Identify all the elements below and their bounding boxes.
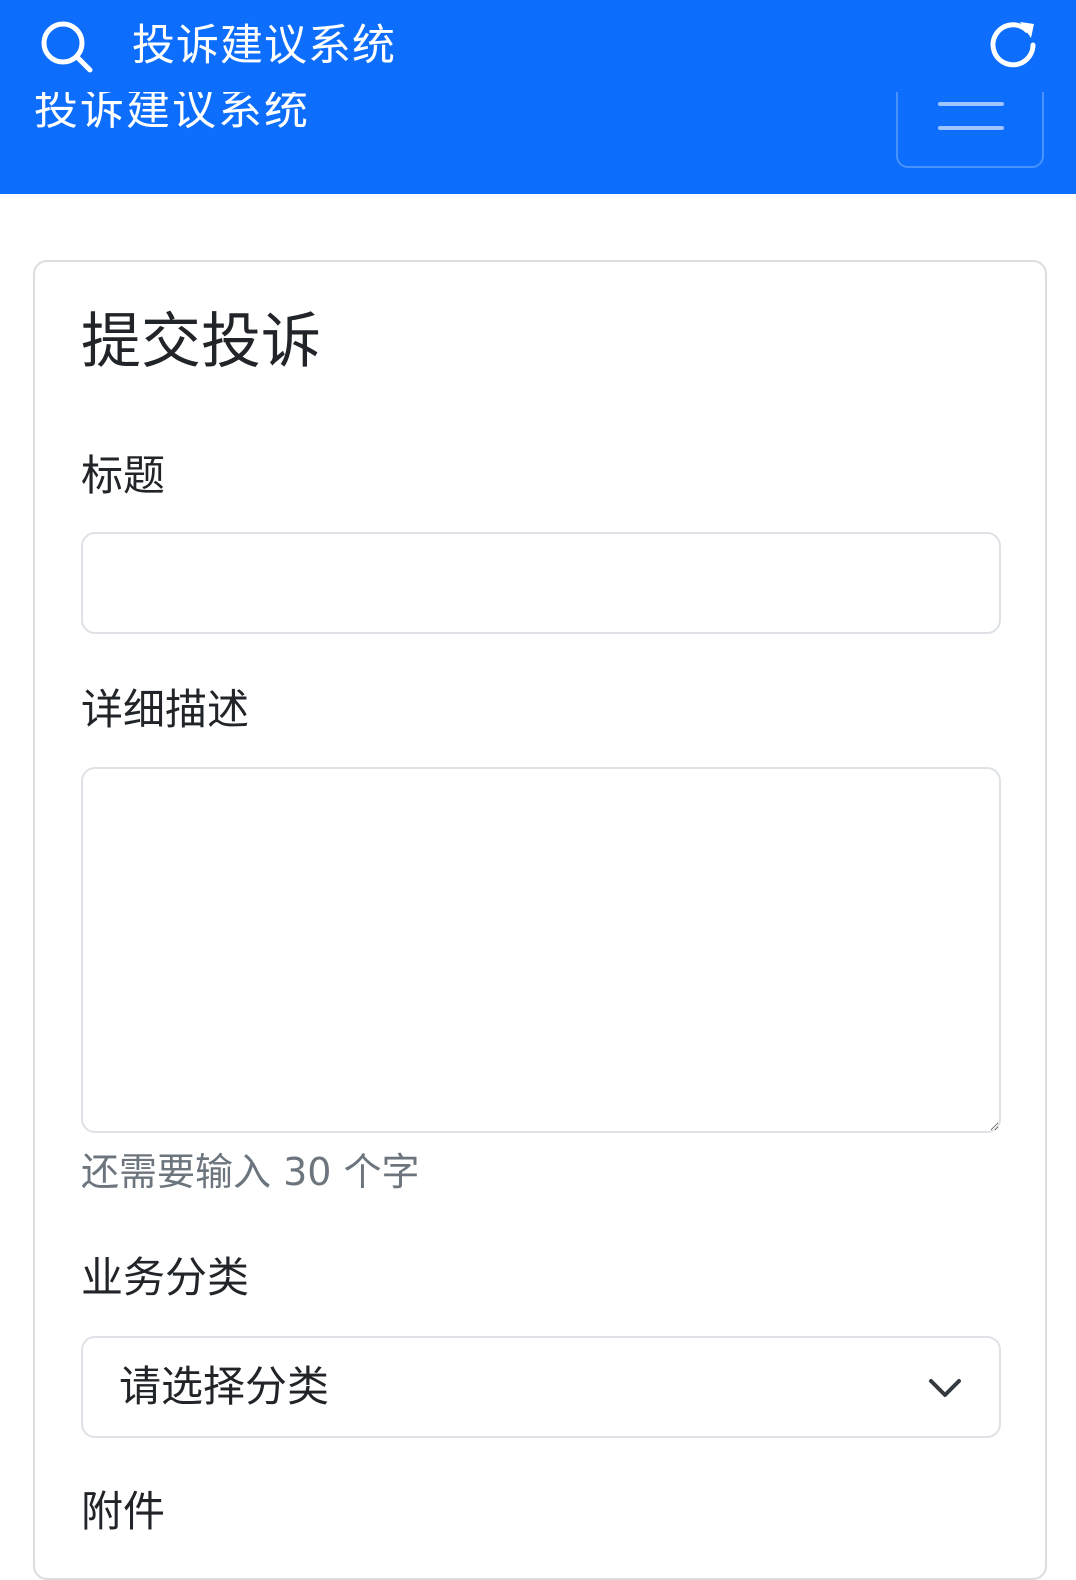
browser-toolbar: 投诉建议系统 — [0, 0, 1076, 92]
search-icon[interactable] — [38, 18, 94, 74]
complaint-form-card: 提交投诉 标题 详细描述 还需要输入 30 个字 业务分类 请选择分类 附件 — [33, 260, 1047, 1580]
category-select-value: 请选择分类 — [119, 1362, 330, 1411]
menu-toggle-button[interactable] — [896, 92, 1044, 168]
top-app-bar: 投诉建议系统 投诉建议系统 — [0, 0, 1076, 194]
menu-icon — [938, 102, 1004, 106]
chevron-down-icon — [929, 1379, 961, 1397]
refresh-icon[interactable] — [984, 16, 1042, 74]
title-label: 标题 — [81, 451, 166, 500]
menu-icon-bar — [938, 126, 1004, 130]
category-label: 业务分类 — [81, 1253, 250, 1302]
description-label: 详细描述 — [81, 685, 250, 734]
card-title: 提交投诉 — [81, 307, 321, 377]
app-title: 投诉建议系统 — [132, 21, 396, 71]
title-input[interactable] — [81, 532, 1001, 634]
attachment-label: 附件 — [81, 1487, 166, 1536]
description-char-hint: 还需要输入 30 个字 — [81, 1150, 420, 1194]
navbar-brand[interactable]: 投诉建议系统 — [34, 92, 310, 140]
category-select[interactable]: 请选择分类 — [81, 1336, 1001, 1438]
navbar: 投诉建议系统 — [0, 92, 1076, 194]
description-textarea[interactable] — [81, 767, 1001, 1133]
